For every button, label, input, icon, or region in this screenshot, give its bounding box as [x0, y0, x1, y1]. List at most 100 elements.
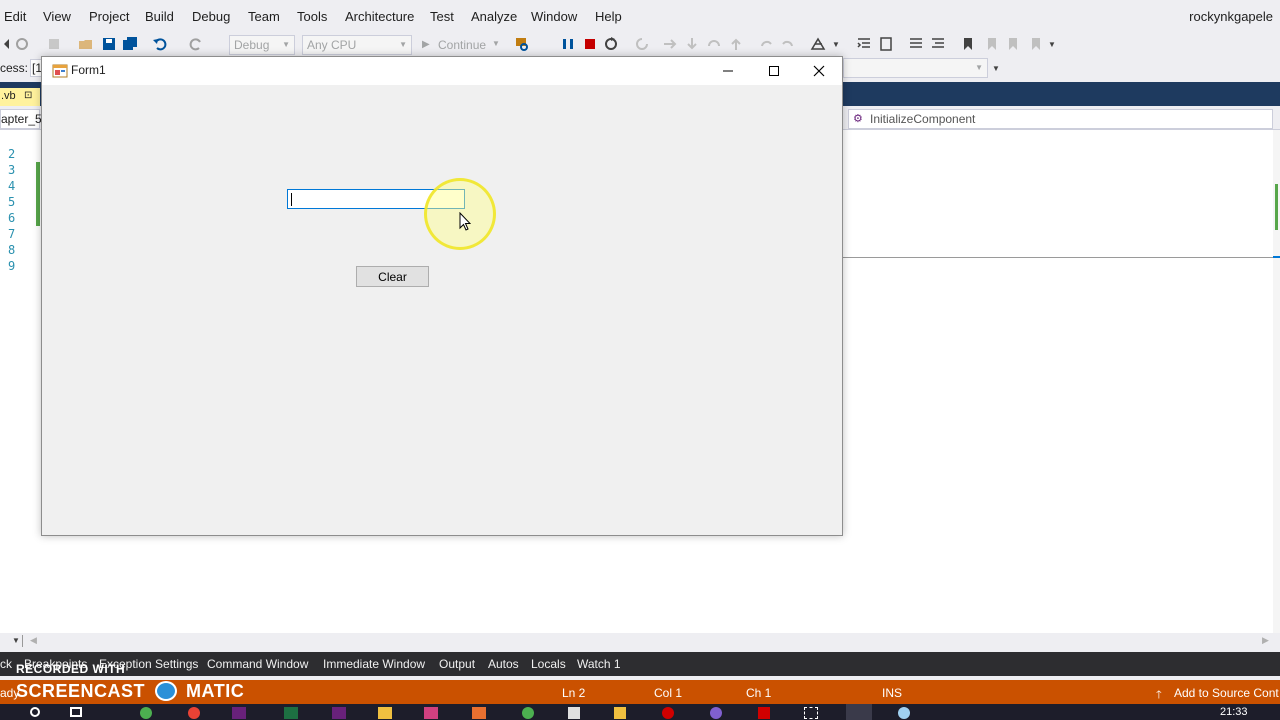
chevron-down-icon[interactable]: ▼: [832, 40, 840, 49]
horizontal-scrollbar[interactable]: ▼ ◀ ▶: [0, 633, 1280, 650]
line-number: 3: [8, 163, 16, 177]
undo-icon[interactable]: [152, 36, 168, 52]
tab-watch-1[interactable]: Watch 1: [577, 657, 621, 671]
redo-icon[interactable]: [188, 36, 204, 52]
restart-icon[interactable]: [603, 36, 619, 52]
chevron-down-icon[interactable]: ▼: [492, 39, 500, 48]
open-file-icon[interactable]: [78, 36, 94, 52]
tab-call-stack[interactable]: ck: [0, 657, 12, 671]
app-orange-icon[interactable]: [472, 707, 486, 719]
next-bookmark-icon[interactable]: [1005, 36, 1021, 52]
scrollbar-caret-marker: [1273, 256, 1280, 258]
step-over-icon[interactable]: [684, 36, 700, 52]
minimize-button[interactable]: [705, 57, 751, 85]
file-explorer-icon[interactable]: [378, 707, 392, 719]
step-into-icon[interactable]: [662, 36, 678, 52]
tab-autos[interactable]: Autos: [488, 657, 519, 671]
menu-team[interactable]: Team: [248, 9, 280, 24]
app-red-icon[interactable]: [662, 707, 674, 719]
close-button[interactable]: [796, 57, 842, 85]
app-access-icon[interactable]: [424, 707, 438, 719]
save-all-icon[interactable]: [122, 36, 138, 52]
uncomment-icon[interactable]: [930, 36, 946, 52]
menu-edit[interactable]: Edit: [4, 9, 26, 24]
app-notepad-icon[interactable]: [568, 707, 580, 719]
bookmark-icon[interactable]: [960, 36, 976, 52]
app-pdf-icon[interactable]: [758, 707, 770, 719]
find-icon[interactable]: [514, 36, 530, 52]
line-number: 7: [8, 227, 16, 241]
chevron-down-icon[interactable]: ▼: [12, 636, 20, 645]
step-back-icon[interactable]: [728, 36, 744, 52]
continue-button[interactable]: Continue: [438, 38, 486, 52]
solution-config-dropdown[interactable]: Debug ▼: [229, 35, 295, 55]
maximize-icon: [769, 66, 779, 76]
chevron-down-icon: ▼: [399, 40, 407, 49]
screencast-logo-icon: [154, 681, 177, 701]
scroll-right-icon[interactable]: ▶: [1262, 635, 1269, 646]
app-visual-studio-icon[interactable]: [232, 707, 246, 719]
hex-display-icon[interactable]: [810, 36, 826, 52]
menu-view[interactable]: View: [43, 9, 71, 24]
app-snip-icon[interactable]: [804, 707, 818, 719]
menu-help[interactable]: Help: [595, 9, 622, 24]
form1-title-bar[interactable]: Form1: [42, 57, 842, 85]
scroll-left-icon[interactable]: ◀: [30, 635, 37, 646]
app-active-icon[interactable]: [846, 704, 872, 720]
toolbar-overflow-icon[interactable]: ▼: [992, 64, 1000, 73]
clear-bookmarks-icon[interactable]: [1028, 36, 1044, 52]
task-view-icon[interactable]: [70, 707, 82, 717]
forward-icon[interactable]: [14, 36, 30, 52]
menu-architecture[interactable]: Architecture: [345, 9, 414, 24]
indent-icon[interactable]: [878, 36, 894, 52]
tab-immediate-window[interactable]: Immediate Window: [323, 657, 425, 671]
app-purple-icon[interactable]: [710, 707, 722, 719]
step-out-icon[interactable]: [706, 36, 722, 52]
tab-locals[interactable]: Locals: [531, 657, 566, 671]
pin-icon[interactable]: ⊡: [24, 90, 32, 101]
menu-test[interactable]: Test: [430, 9, 454, 24]
platform-dropdown[interactable]: Any CPU ▼: [302, 35, 412, 55]
member-dropdown[interactable]: ⚙ InitializeComponent: [848, 109, 1273, 129]
tab-command-window[interactable]: Command Window: [207, 657, 308, 671]
document-tab-label: .vb: [1, 90, 16, 102]
redo-debug-icon[interactable]: [780, 36, 796, 52]
pause-icon[interactable]: [560, 36, 576, 52]
search-icon[interactable]: [30, 707, 40, 717]
app-chrome-icon[interactable]: [140, 707, 152, 719]
new-project-icon[interactable]: [46, 36, 62, 52]
menu-window[interactable]: Window: [531, 9, 577, 24]
stop-icon[interactable]: [582, 36, 598, 52]
app-project-icon[interactable]: [284, 707, 298, 719]
maximize-button[interactable]: [751, 57, 797, 85]
comment-icon[interactable]: [908, 36, 924, 52]
menu-debug[interactable]: Debug: [192, 9, 230, 24]
outdent-icon[interactable]: [856, 36, 872, 52]
menu-project[interactable]: Project: [89, 9, 129, 24]
app-yellow-icon[interactable]: [614, 707, 626, 719]
show-next-statement-icon[interactable]: [634, 36, 650, 52]
app-vs-2-icon[interactable]: [332, 707, 346, 719]
previous-bookmark-icon[interactable]: [984, 36, 1000, 52]
stack-frame-dropdown[interactable]: ▼: [843, 58, 988, 78]
add-to-source-control[interactable]: Add to Source Cont: [1174, 686, 1279, 700]
scroll-divider: [22, 635, 23, 647]
user-account[interactable]: rockynkgapele: [1189, 9, 1273, 24]
menu-tools[interactable]: Tools: [297, 9, 327, 24]
clear-button[interactable]: Clear: [356, 266, 429, 287]
line-number: 5: [8, 195, 16, 209]
clock-time[interactable]: 21:33: [1220, 706, 1248, 718]
scrollbar-change-marker: [1275, 184, 1278, 230]
menu-build[interactable]: Build: [145, 9, 174, 24]
save-icon[interactable]: [101, 36, 117, 52]
app-blue-icon[interactable]: [898, 707, 910, 719]
tab-output[interactable]: Output: [439, 657, 475, 671]
solution-config-value: Debug: [234, 38, 270, 52]
menu-analyze[interactable]: Analyze: [471, 9, 517, 24]
toolbar-overflow-icon[interactable]: ▼: [1048, 40, 1056, 49]
document-tab[interactable]: .vb ⊡: [0, 88, 40, 106]
undo-debug-icon[interactable]: [758, 36, 774, 52]
project-dropdown[interactable]: apter_5: [0, 109, 42, 129]
app-green-icon[interactable]: [522, 707, 534, 719]
app-opera-icon[interactable]: [188, 707, 200, 719]
